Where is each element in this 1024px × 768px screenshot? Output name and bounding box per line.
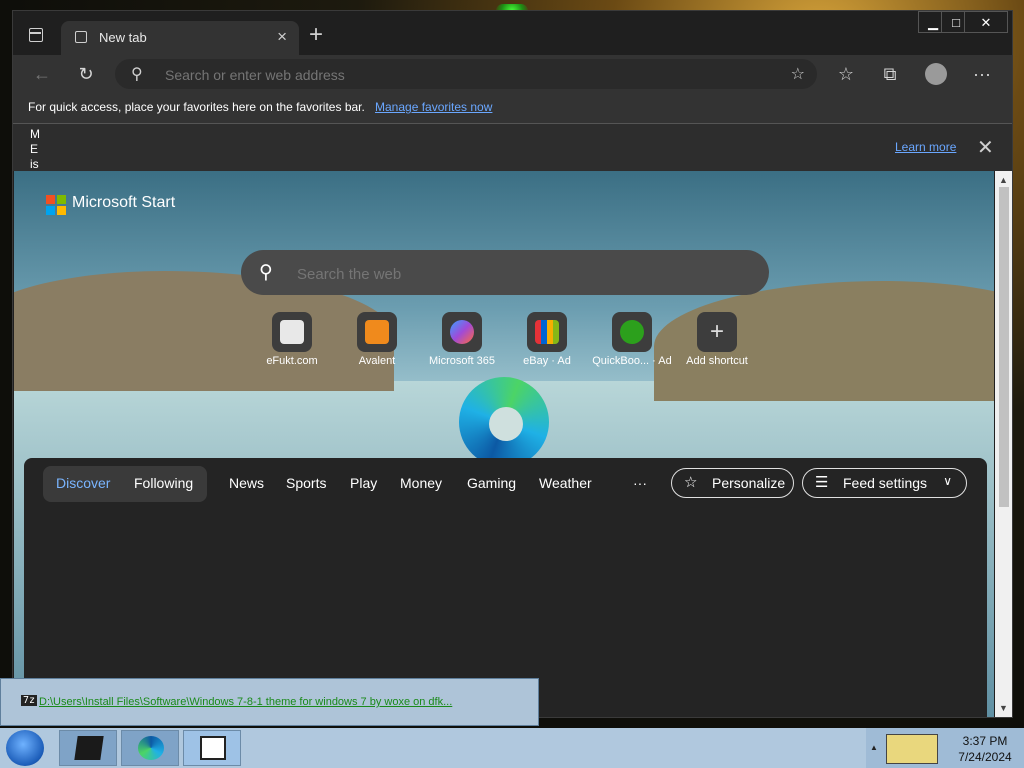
edge-icon <box>138 736 164 760</box>
start-button[interactable] <box>6 730 44 766</box>
info-bar: M E is Learn more ✕ <box>13 124 1012 171</box>
search-icon: ⚲ <box>259 262 273 283</box>
avatar <box>925 63 947 85</box>
tab-actions-icon[interactable] <box>29 28 43 42</box>
shortcut-tile[interactable]: eBay · Ad <box>507 312 587 367</box>
web-search-input[interactable] <box>295 262 739 286</box>
info-bar-message: M E is <box>30 127 44 172</box>
page-scrollbar[interactable]: ▲ ▼ <box>995 171 1012 717</box>
more-menu-icon[interactable]: ··· <box>969 61 995 87</box>
tab-gaming[interactable]: Gaming <box>467 475 516 491</box>
shortcut-icon <box>357 312 397 352</box>
tray-app-icon[interactable] <box>886 734 938 764</box>
info-line: is <box>30 157 39 171</box>
web-search-box[interactable]: ⚲ <box>241 250 769 295</box>
clock-time: 3:37 PM <box>962 734 1008 748</box>
profile-button[interactable] <box>923 61 949 87</box>
tab-close-icon[interactable]: × <box>277 27 287 47</box>
shortcut-tile[interactable]: eFukt.com <box>252 312 332 367</box>
back-button[interactable]: ← <box>29 61 55 87</box>
show-hidden-icons-arrow[interactable]: ▲ <box>870 743 878 752</box>
info-line: M <box>30 127 40 141</box>
add-shortcut-tile[interactable]: + Add shortcut <box>677 312 757 367</box>
personalize-button[interactable]: ☆ Personalize <box>671 468 794 498</box>
add-favorite-icon[interactable]: ☆ <box>791 64 805 84</box>
new-tab-page-icon <box>75 31 87 43</box>
favorites-bar-message: For quick access, place your favorites h… <box>28 100 365 114</box>
info-bar-close-icon[interactable]: ✕ <box>977 135 994 160</box>
shortcut-label: eBay · Ad <box>523 355 571 367</box>
refresh-button[interactable]: ↻ <box>73 61 99 87</box>
clock[interactable]: 3:37 PM 7/24/2024 <box>946 733 1024 765</box>
shortcut-label: Avalent <box>358 355 396 367</box>
brand-label: Microsoft Start <box>72 194 176 211</box>
scroll-down-arrow-icon[interactable]: ▼ <box>999 703 1008 713</box>
chevron-down-icon: ∨ <box>943 474 952 488</box>
feed-settings-button[interactable]: ☰ Feed settings ∨ <box>802 468 967 498</box>
tab-following[interactable]: Following <box>134 475 193 491</box>
shortcut-icon <box>612 312 652 352</box>
sliders-icon: ☰ <box>815 474 829 491</box>
taskbar: ▲ 3:37 PM 7/24/2024 <box>0 728 1024 768</box>
shortcut-icon <box>527 312 567 352</box>
tab-weather[interactable]: Weather <box>539 475 592 491</box>
7zip-icon <box>200 736 226 760</box>
edge-logo-icon <box>459 377 549 467</box>
taskbar-app-cube[interactable] <box>59 730 117 766</box>
browser-window: New tab × + ▁ □ ✕ ← ↻ ⚲ ☆ ☆ ⧉ ··· For qu… <box>12 10 1013 718</box>
close-window-button[interactable]: ✕ <box>964 11 1008 33</box>
clock-date: 7/24/2024 <box>958 750 1012 764</box>
shortcut-tile[interactable]: Microsoft 365 <box>422 312 502 367</box>
taskbar-app-edge[interactable] <box>121 730 179 766</box>
taskbar-preview[interactable]: 7z D:\Users\Install Files\Software\Windo… <box>0 678 539 726</box>
7zip-icon: 7z <box>21 695 38 706</box>
info-line: E <box>30 142 39 156</box>
scrollbar-thumb[interactable] <box>999 187 1009 507</box>
shortcut-label: eFukt.com <box>266 355 318 367</box>
tab-play[interactable]: Play <box>350 475 377 491</box>
microsoft-logo-icon <box>46 195 66 215</box>
shortcut-icon <box>442 312 482 352</box>
scroll-up-arrow-icon[interactable]: ▲ <box>999 175 1008 185</box>
address-bar[interactable]: ⚲ ☆ <box>115 59 817 89</box>
browser-toolbar: ← ↻ ⚲ ☆ ☆ ⧉ ··· <box>13 55 1012 93</box>
shortcut-icon <box>272 312 312 352</box>
feed-settings-label: Feed settings <box>843 475 928 491</box>
new-tab-page: Microsoft Start ⚲ eFukt.com Avalent Micr… <box>14 171 994 717</box>
shortcut-tile[interactable]: Avalent <box>337 312 417 367</box>
new-tab-button[interactable]: + <box>309 23 323 47</box>
collections-icon[interactable]: ⧉ <box>877 61 903 87</box>
tab-label: New tab <box>99 30 147 45</box>
address-input[interactable] <box>163 64 727 86</box>
plus-icon: + <box>697 312 737 352</box>
shortcut-label: Microsoft 365 <box>428 355 496 367</box>
shortcut-label: Add shortcut <box>686 355 748 367</box>
manage-favorites-link[interactable]: Manage favorites now <box>375 100 492 114</box>
preview-title: D:\Users\Install Files\Software\Windows … <box>39 696 453 708</box>
tab-new-tab[interactable]: New tab × <box>61 21 299 55</box>
favorites-icon[interactable]: ☆ <box>833 61 859 87</box>
tab-news[interactable]: News <box>229 475 264 491</box>
tab-money[interactable]: Money <box>400 475 442 491</box>
tab-sports[interactable]: Sports <box>286 475 326 491</box>
shortcut-tile[interactable]: QuickBoo... · Ad <box>592 312 672 367</box>
more-tabs-button[interactable]: ··· <box>633 475 647 491</box>
system-tray: ▲ 3:37 PM 7/24/2024 <box>866 728 1024 768</box>
taskbar-app-7zip[interactable] <box>183 730 241 766</box>
learn-more-link[interactable]: Learn more <box>895 140 956 154</box>
black-cube-icon <box>74 736 104 760</box>
search-icon: ⚲ <box>131 66 143 83</box>
shortcut-label: QuickBoo... · Ad <box>592 355 672 367</box>
personalize-label: Personalize <box>712 475 786 491</box>
sparkle-star-icon: ☆ <box>684 474 698 491</box>
favorites-bar: For quick access, place your favorites h… <box>13 93 1012 124</box>
tab-discover[interactable]: Discover <box>56 475 110 491</box>
title-bar: New tab × + ▁ □ ✕ <box>13 11 1012 55</box>
